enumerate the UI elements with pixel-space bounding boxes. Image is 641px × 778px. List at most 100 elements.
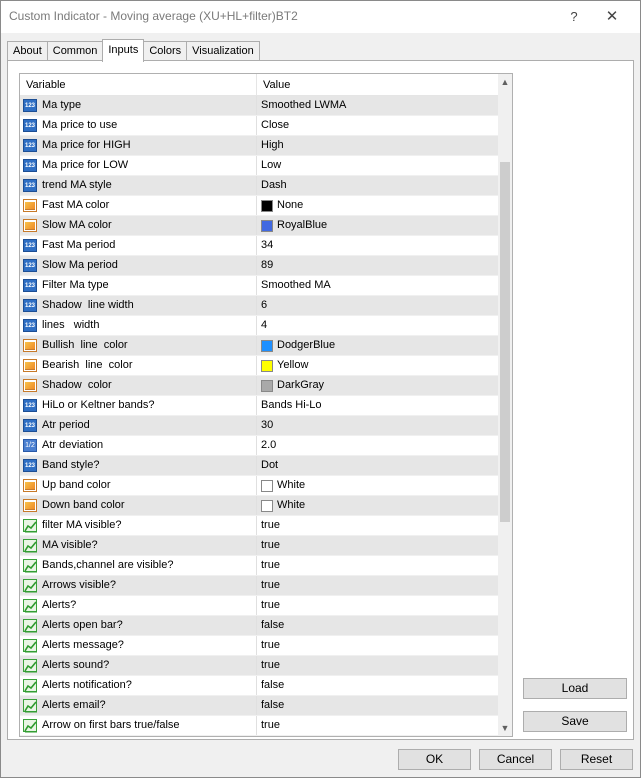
variable-cell[interactable]: Alerts open bar? (20, 616, 257, 635)
variable-cell[interactable]: Alerts message? (20, 636, 257, 655)
tab-inputs[interactable]: Inputs (102, 39, 145, 62)
value-cell[interactable]: true (257, 516, 498, 535)
value-cell[interactable]: DodgerBlue (257, 336, 498, 355)
variable-cell[interactable]: Alerts notification? (20, 676, 257, 695)
table-row[interactable]: 123 Fast Ma period 34 (20, 236, 498, 256)
value-cell[interactable]: None (257, 196, 498, 215)
close-button[interactable]: ✕ (597, 5, 627, 29)
value-cell[interactable]: Low (257, 156, 498, 175)
variable-cell[interactable]: 123 lines width (20, 316, 257, 335)
table-row[interactable]: Alerts? true (20, 596, 498, 616)
value-cell[interactable]: High (257, 136, 498, 155)
value-cell[interactable]: 34 (257, 236, 498, 255)
value-cell[interactable]: Smoothed LWMA (257, 96, 498, 115)
table-row[interactable]: Alerts open bar? false (20, 616, 498, 636)
variable-cell[interactable]: 123 Filter Ma type (20, 276, 257, 295)
table-row[interactable]: 123 Band style? Dot (20, 456, 498, 476)
table-row[interactable]: 1/2 Atr deviation 2.0 (20, 436, 498, 456)
table-row[interactable]: 123 lines width 4 (20, 316, 498, 336)
value-cell[interactable]: Close (257, 116, 498, 135)
value-cell[interactable]: true (257, 596, 498, 615)
value-cell[interactable]: Dot (257, 456, 498, 475)
scroll-down-arrow-icon[interactable]: ▼ (498, 720, 512, 736)
tab-common[interactable]: Common (46, 41, 104, 61)
value-cell[interactable]: true (257, 636, 498, 655)
table-row[interactable]: Alerts message? true (20, 636, 498, 656)
table-row[interactable]: Arrows visible? true (20, 576, 498, 596)
variable-cell[interactable]: 1/2 Atr deviation (20, 436, 257, 455)
variable-cell[interactable]: Arrow on first bars true/false (20, 716, 257, 735)
table-row[interactable]: 123 Atr period 30 (20, 416, 498, 436)
variable-cell[interactable]: 123 Slow Ma period (20, 256, 257, 275)
value-cell[interactable]: RoyalBlue (257, 216, 498, 235)
save-button[interactable]: Save (523, 711, 627, 732)
value-cell[interactable]: 6 (257, 296, 498, 315)
tab-visualization[interactable]: Visualization (186, 41, 260, 61)
variable-cell[interactable]: filter MA visible? (20, 516, 257, 535)
table-row[interactable]: Bearish line color Yellow (20, 356, 498, 376)
table-row[interactable]: Bullish line color DodgerBlue (20, 336, 498, 356)
value-cell[interactable]: White (257, 476, 498, 495)
value-cell[interactable]: 30 (257, 416, 498, 435)
variable-cell[interactable]: 123 Ma price to use (20, 116, 257, 135)
column-header-variable[interactable]: Variable (20, 74, 257, 96)
help-button[interactable]: ? (559, 5, 589, 29)
cancel-button[interactable]: Cancel (479, 749, 552, 770)
value-cell[interactable]: true (257, 716, 498, 735)
variable-cell[interactable]: 123 Ma price for LOW (20, 156, 257, 175)
tab-colors[interactable]: Colors (143, 41, 188, 61)
variable-cell[interactable]: Arrows visible? (20, 576, 257, 595)
value-cell[interactable]: White (257, 496, 498, 515)
value-cell[interactable]: false (257, 676, 498, 695)
table-row[interactable]: Arrow on first bars true/false true (20, 716, 498, 736)
variable-cell[interactable]: MA visible? (20, 536, 257, 555)
variable-cell[interactable]: Alerts? (20, 596, 257, 615)
variable-cell[interactable]: 123 HiLo or Keltner bands? (20, 396, 257, 415)
table-row[interactable]: Alerts sound? true (20, 656, 498, 676)
variable-cell[interactable]: Alerts email? (20, 696, 257, 715)
table-row[interactable]: 123 Filter Ma type Smoothed MA (20, 276, 498, 296)
table-row[interactable]: 123 Ma price to use Close (20, 116, 498, 136)
variable-cell[interactable]: Bullish line color (20, 336, 257, 355)
value-cell[interactable]: Yellow (257, 356, 498, 375)
ok-button[interactable]: OK (398, 749, 471, 770)
table-row[interactable]: 123 trend MA style Dash (20, 176, 498, 196)
vertical-scrollbar[interactable]: ▲ ▼ (498, 74, 512, 736)
table-row[interactable]: Bands,channel are visible? true (20, 556, 498, 576)
table-row[interactable]: 123 Slow Ma period 89 (20, 256, 498, 276)
table-row[interactable]: 123 Shadow line width 6 (20, 296, 498, 316)
value-cell[interactable]: true (257, 576, 498, 595)
table-row[interactable]: Shadow color DarkGray (20, 376, 498, 396)
value-cell[interactable]: Bands Hi-Lo (257, 396, 498, 415)
column-header-value[interactable]: Value (257, 74, 498, 96)
load-button[interactable]: Load (523, 678, 627, 699)
variable-cell[interactable]: Shadow color (20, 376, 257, 395)
value-cell[interactable]: 89 (257, 256, 498, 275)
table-row[interactable]: 123 Ma type Smoothed LWMA (20, 96, 498, 116)
table-row[interactable]: 123 HiLo or Keltner bands? Bands Hi-Lo (20, 396, 498, 416)
table-row[interactable]: Alerts email? false (20, 696, 498, 716)
value-cell[interactable]: Dash (257, 176, 498, 195)
variable-cell[interactable]: Slow MA color (20, 216, 257, 235)
reset-button[interactable]: Reset (560, 749, 633, 770)
table-row[interactable]: 123 Ma price for HIGH High (20, 136, 498, 156)
variable-cell[interactable]: 123 Ma type (20, 96, 257, 115)
tab-about[interactable]: About (7, 41, 48, 61)
variable-cell[interactable]: 123 Shadow line width (20, 296, 257, 315)
variable-cell[interactable]: Up band color (20, 476, 257, 495)
scroll-thumb[interactable] (500, 162, 510, 522)
variable-cell[interactable]: Bands,channel are visible? (20, 556, 257, 575)
value-cell[interactable]: DarkGray (257, 376, 498, 395)
value-cell[interactable]: 2.0 (257, 436, 498, 455)
table-row[interactable]: 123 Ma price for LOW Low (20, 156, 498, 176)
variable-cell[interactable]: 123 Band style? (20, 456, 257, 475)
variable-cell[interactable]: 123 trend MA style (20, 176, 257, 195)
variable-cell[interactable]: Down band color (20, 496, 257, 515)
variable-cell[interactable]: 123 Atr period (20, 416, 257, 435)
table-row[interactable]: filter MA visible? true (20, 516, 498, 536)
value-cell[interactable]: Smoothed MA (257, 276, 498, 295)
value-cell[interactable]: true (257, 656, 498, 675)
value-cell[interactable]: true (257, 556, 498, 575)
variable-cell[interactable]: Alerts sound? (20, 656, 257, 675)
table-row[interactable]: MA visible? true (20, 536, 498, 556)
